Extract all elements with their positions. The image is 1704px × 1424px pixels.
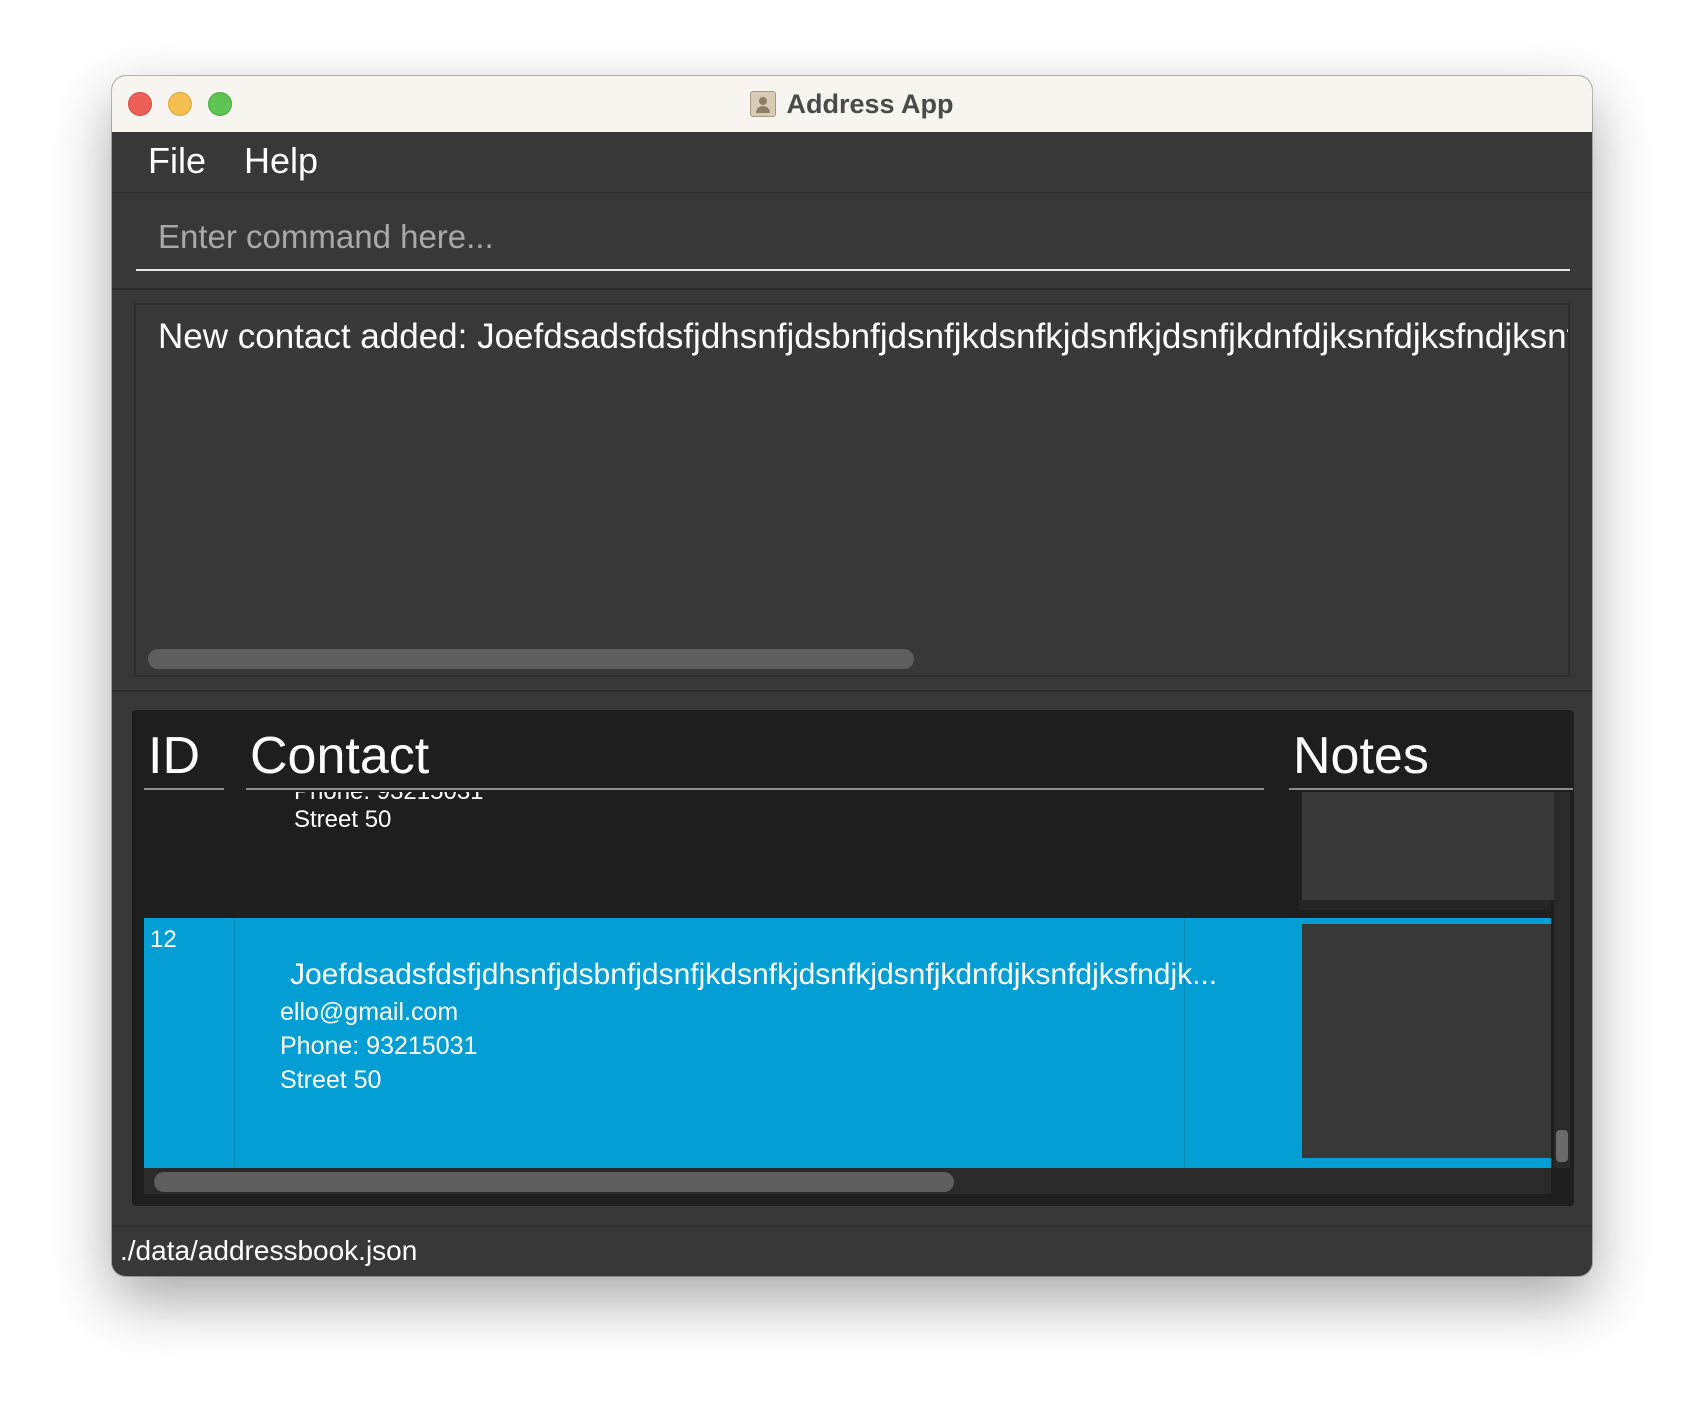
person-list-panel: ID Contact Notes Phone: 93215031 Street … xyxy=(132,710,1574,1206)
result-display-area: New contact added: Joefdsadsfdsfjdhsnfjd… xyxy=(112,290,1592,692)
previous-street-text: Street 50 xyxy=(294,806,392,833)
menu-bar: File Help xyxy=(112,132,1592,193)
list-horizontal-scroll-thumb[interactable] xyxy=(154,1172,954,1192)
person-phone: Phone: 93215031 xyxy=(280,1032,478,1060)
list-vertical-scrollbar[interactable] xyxy=(1554,792,1570,1168)
app-window: Address App File Help New contact added:… xyxy=(112,76,1592,1276)
person-id: 12 xyxy=(150,926,177,953)
person-email: ello@gmail.com xyxy=(280,998,459,1026)
window-title-group: Address App xyxy=(112,76,1592,132)
previous-notes-cell[interactable] xyxy=(1302,792,1554,900)
column-header-id: ID xyxy=(144,728,224,790)
result-message: New contact added: Joefdsadsfdsfjdhsnfjd… xyxy=(158,317,1570,356)
column-header-notes: Notes xyxy=(1289,728,1573,790)
command-input[interactable] xyxy=(136,205,1570,271)
menu-help[interactable]: Help xyxy=(244,140,318,182)
command-box xyxy=(112,193,1592,290)
person-address: Street 50 xyxy=(280,1066,382,1094)
save-location-text: ./data/addressbook.json xyxy=(120,1235,418,1266)
cell-divider xyxy=(234,918,235,1168)
previous-phone-text: Phone: 93215031 xyxy=(294,792,484,806)
notes-cell[interactable] xyxy=(1302,924,1551,1158)
row-separator xyxy=(1299,900,1551,910)
list-vertical-scroll-thumb[interactable] xyxy=(1556,1130,1568,1162)
result-display[interactable]: New contact added: Joefdsadsfdsfjdhsnfjd… xyxy=(134,303,1570,677)
list-item-previous[interactable]: Phone: 93215031 Street 50 xyxy=(144,792,1299,918)
menu-file[interactable]: File xyxy=(148,140,206,182)
list-item-selected[interactable]: 12 Joefdsadsfdsfjdhsnfjdsbnfjdsnfjkdsnfk… xyxy=(144,918,1551,1168)
title-bar[interactable]: Address App xyxy=(112,76,1592,133)
window-title: Address App xyxy=(786,88,954,119)
status-bar: ./data/addressbook.json xyxy=(112,1226,1592,1276)
cell-divider xyxy=(1184,918,1185,1168)
contact-book-icon xyxy=(750,91,777,117)
column-header-contact: Contact xyxy=(246,728,1264,790)
result-horizontal-scrollbar[interactable] xyxy=(148,649,914,669)
person-name: Joefdsadsfdsfjdhsnfjdsbnfjdsnfjkdsnfkjds… xyxy=(290,958,1218,991)
